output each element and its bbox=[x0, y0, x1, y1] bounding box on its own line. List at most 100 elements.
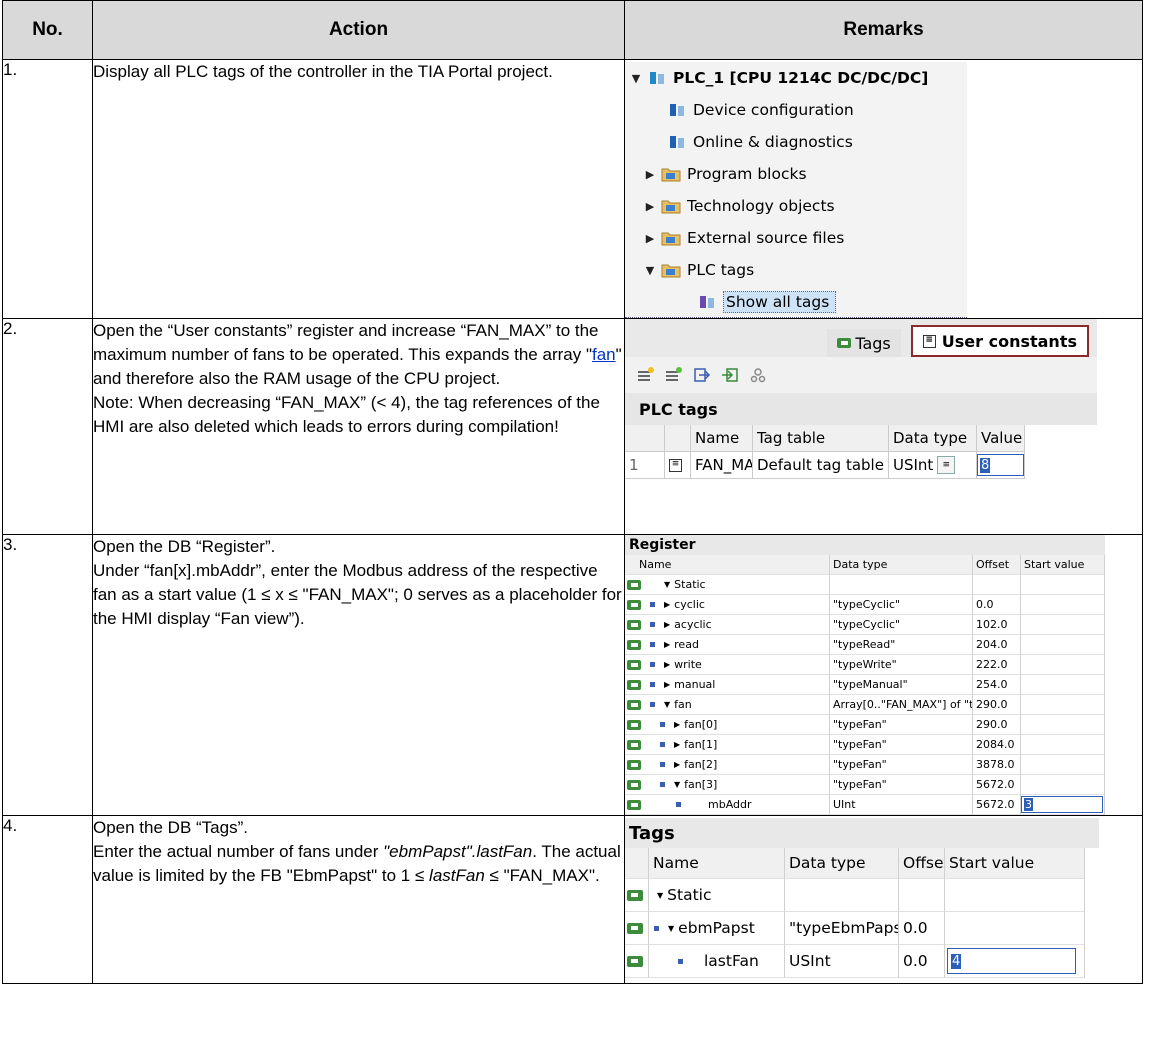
tag-icon bbox=[627, 759, 641, 770]
tree-item[interactable]: ▶ Program blocks bbox=[625, 158, 967, 190]
offset-cell bbox=[973, 575, 1021, 595]
tree-item[interactable]: ▶ Technology objects bbox=[625, 190, 967, 222]
action-text: Open the “User constants” register and i… bbox=[93, 321, 599, 364]
tag-table-value: Default tag table bbox=[757, 456, 884, 474]
tag-icon bbox=[627, 639, 641, 650]
start-value-cell[interactable]: 3 bbox=[1021, 795, 1105, 815]
tree-item-label: Show all tags bbox=[723, 291, 837, 313]
collapse-arrow-icon[interactable]: ▶ bbox=[643, 232, 657, 245]
name-cell[interactable]: ▶ acyclic bbox=[625, 615, 830, 635]
start-value-cell bbox=[1021, 575, 1105, 595]
name-cell[interactable]: ▼ fan[3] bbox=[625, 775, 830, 795]
show-all-tags-icon bbox=[697, 293, 717, 311]
collapse-arrow-icon[interactable]: ▶ bbox=[664, 660, 670, 669]
data-type-cell[interactable]: USInt ≡ bbox=[889, 452, 977, 479]
fan-link[interactable]: fan bbox=[592, 345, 616, 364]
data-type-cell: "typeFan" bbox=[830, 735, 973, 755]
start-value-cell bbox=[1021, 615, 1105, 635]
collapse-arrow-icon[interactable]: ▼ bbox=[668, 924, 674, 933]
tag-icon bbox=[627, 922, 643, 934]
name-cell[interactable]: ▶ write bbox=[625, 655, 830, 675]
add-row-icon[interactable] bbox=[637, 367, 655, 383]
section-title: PLC tags bbox=[625, 393, 1097, 425]
tab-user-constants[interactable]: ≡ User constants bbox=[910, 325, 1089, 357]
step-number: 4. bbox=[2, 815, 93, 984]
datatype-picker-icon[interactable]: ≡ bbox=[937, 456, 956, 474]
name-cell[interactable]: ▶ fan[0] bbox=[625, 715, 830, 735]
value-input[interactable]: 8 bbox=[977, 454, 1024, 476]
name-cell[interactable]: mbAddr bbox=[625, 795, 830, 815]
tree-item-label: PLC_1 [CPU 1214C DC/DC/DC] bbox=[673, 69, 929, 87]
step-remarks: Tags ≡ User constants PLC tags Name Tag … bbox=[624, 318, 1143, 535]
grid-header-offset: Offset bbox=[899, 848, 945, 879]
insert-row-icon[interactable] bbox=[665, 367, 683, 383]
tag-cell bbox=[625, 879, 649, 912]
tab-bar: Tags ≡ User constants bbox=[625, 319, 1097, 357]
tree-item[interactable]: ▼ PLC tags bbox=[625, 254, 967, 286]
grid-header-tag-table: Tag table bbox=[753, 425, 889, 452]
offset-cell: 0.0 bbox=[973, 595, 1021, 615]
collapse-arrow-icon[interactable]: ▶ bbox=[664, 680, 670, 689]
start-value-input[interactable]: 4 bbox=[947, 948, 1076, 974]
collapse-arrow-icon[interactable]: ▶ bbox=[674, 740, 680, 749]
action-text: Open the DB “Tags”. bbox=[93, 818, 248, 837]
expand-arrow-icon[interactable]: ▼ bbox=[664, 700, 670, 709]
name-cell[interactable]: ▶ read bbox=[625, 635, 830, 655]
import-icon[interactable] bbox=[721, 367, 739, 383]
tab-tags[interactable]: Tags bbox=[827, 329, 901, 357]
name-cell[interactable]: lastFan bbox=[649, 945, 785, 978]
monitor-icon[interactable] bbox=[749, 367, 767, 383]
name-cell[interactable]: ▶ cyclic bbox=[625, 595, 830, 615]
collapse-arrow-icon[interactable]: ▶ bbox=[664, 640, 670, 649]
expand-arrow-icon[interactable]: ▼ bbox=[629, 72, 643, 85]
tree-item[interactable]: Show all tags bbox=[625, 286, 967, 318]
data-type-cell: "typeFan" bbox=[830, 755, 973, 775]
collapse-arrow-icon[interactable]: ▶ bbox=[674, 760, 680, 769]
step-row-1: 1. Display all PLC tags of the controlle… bbox=[2, 59, 1143, 319]
step-number: 3. bbox=[2, 534, 93, 816]
offset-cell: 2084.0 bbox=[973, 735, 1021, 755]
member-square-icon bbox=[654, 925, 659, 931]
collapse-arrow-icon[interactable]: ▶ bbox=[674, 720, 680, 729]
offset-cell: 222.0 bbox=[973, 655, 1021, 675]
grid-header-data-type: Data type bbox=[830, 555, 973, 575]
action-note: Note: When decreasing “FAN_MAX” (< 4), t… bbox=[93, 393, 600, 436]
member-square-icon bbox=[650, 642, 655, 647]
constant-name[interactable]: FAN_MAX bbox=[691, 452, 753, 479]
tag-icon bbox=[627, 679, 641, 690]
name-cell[interactable]: ▼ fan bbox=[625, 695, 830, 715]
expand-arrow-icon[interactable]: ▼ bbox=[674, 780, 680, 789]
technology-objects-folder-icon bbox=[661, 197, 681, 215]
data-type-cell: "typeFan" bbox=[830, 715, 973, 735]
collapse-arrow-icon[interactable]: ▶ bbox=[643, 200, 657, 213]
name-cell[interactable]: ▼ ebmPapst bbox=[649, 912, 785, 945]
tree-item[interactable]: Device configuration bbox=[625, 94, 967, 126]
expand-arrow-icon[interactable]: ▼ bbox=[664, 580, 670, 589]
collapse-arrow-icon[interactable]: ▶ bbox=[643, 168, 657, 181]
name-cell[interactable]: ▶ fan[2] bbox=[625, 755, 830, 775]
collapse-arrow-icon[interactable]: ▶ bbox=[664, 620, 670, 629]
step-remarks: ▼ PLC_1 [CPU 1214C DC/DC/DC] Device config… bbox=[624, 59, 1143, 319]
tree-item[interactable]: ▼ PLC_1 [CPU 1214C DC/DC/DC] bbox=[625, 62, 967, 94]
start-value-cell bbox=[1021, 755, 1105, 775]
tag-table-cell[interactable]: Default tag table ▼ bbox=[753, 452, 889, 479]
tag-icon bbox=[627, 619, 641, 630]
export-icon[interactable] bbox=[693, 367, 711, 383]
tree-item-label: Program blocks bbox=[687, 165, 807, 183]
expand-arrow-icon[interactable]: ▼ bbox=[643, 264, 657, 277]
grid-header-data-type: Data type bbox=[785, 848, 899, 879]
start-value-input[interactable]: 3 bbox=[1021, 796, 1103, 813]
member-square-icon bbox=[676, 802, 681, 807]
collapse-arrow-icon[interactable]: ▼ bbox=[657, 891, 663, 900]
tree-item[interactable]: Online & diagnostics bbox=[625, 126, 967, 158]
name-cell[interactable]: ▶ manual bbox=[625, 675, 830, 695]
name-cell[interactable]: ▼ Static bbox=[649, 879, 785, 912]
name-cell[interactable]: ▼ Static bbox=[625, 575, 830, 595]
start-value-cell bbox=[1021, 775, 1105, 795]
grid-header-data-type: Data type bbox=[889, 425, 977, 452]
selection-underline bbox=[625, 317, 967, 318]
tree-item[interactable]: ▶ External source files bbox=[625, 222, 967, 254]
name-cell[interactable]: ▶ fan[1] bbox=[625, 735, 830, 755]
tag-cell bbox=[625, 912, 649, 945]
collapse-arrow-icon[interactable]: ▶ bbox=[664, 600, 670, 609]
